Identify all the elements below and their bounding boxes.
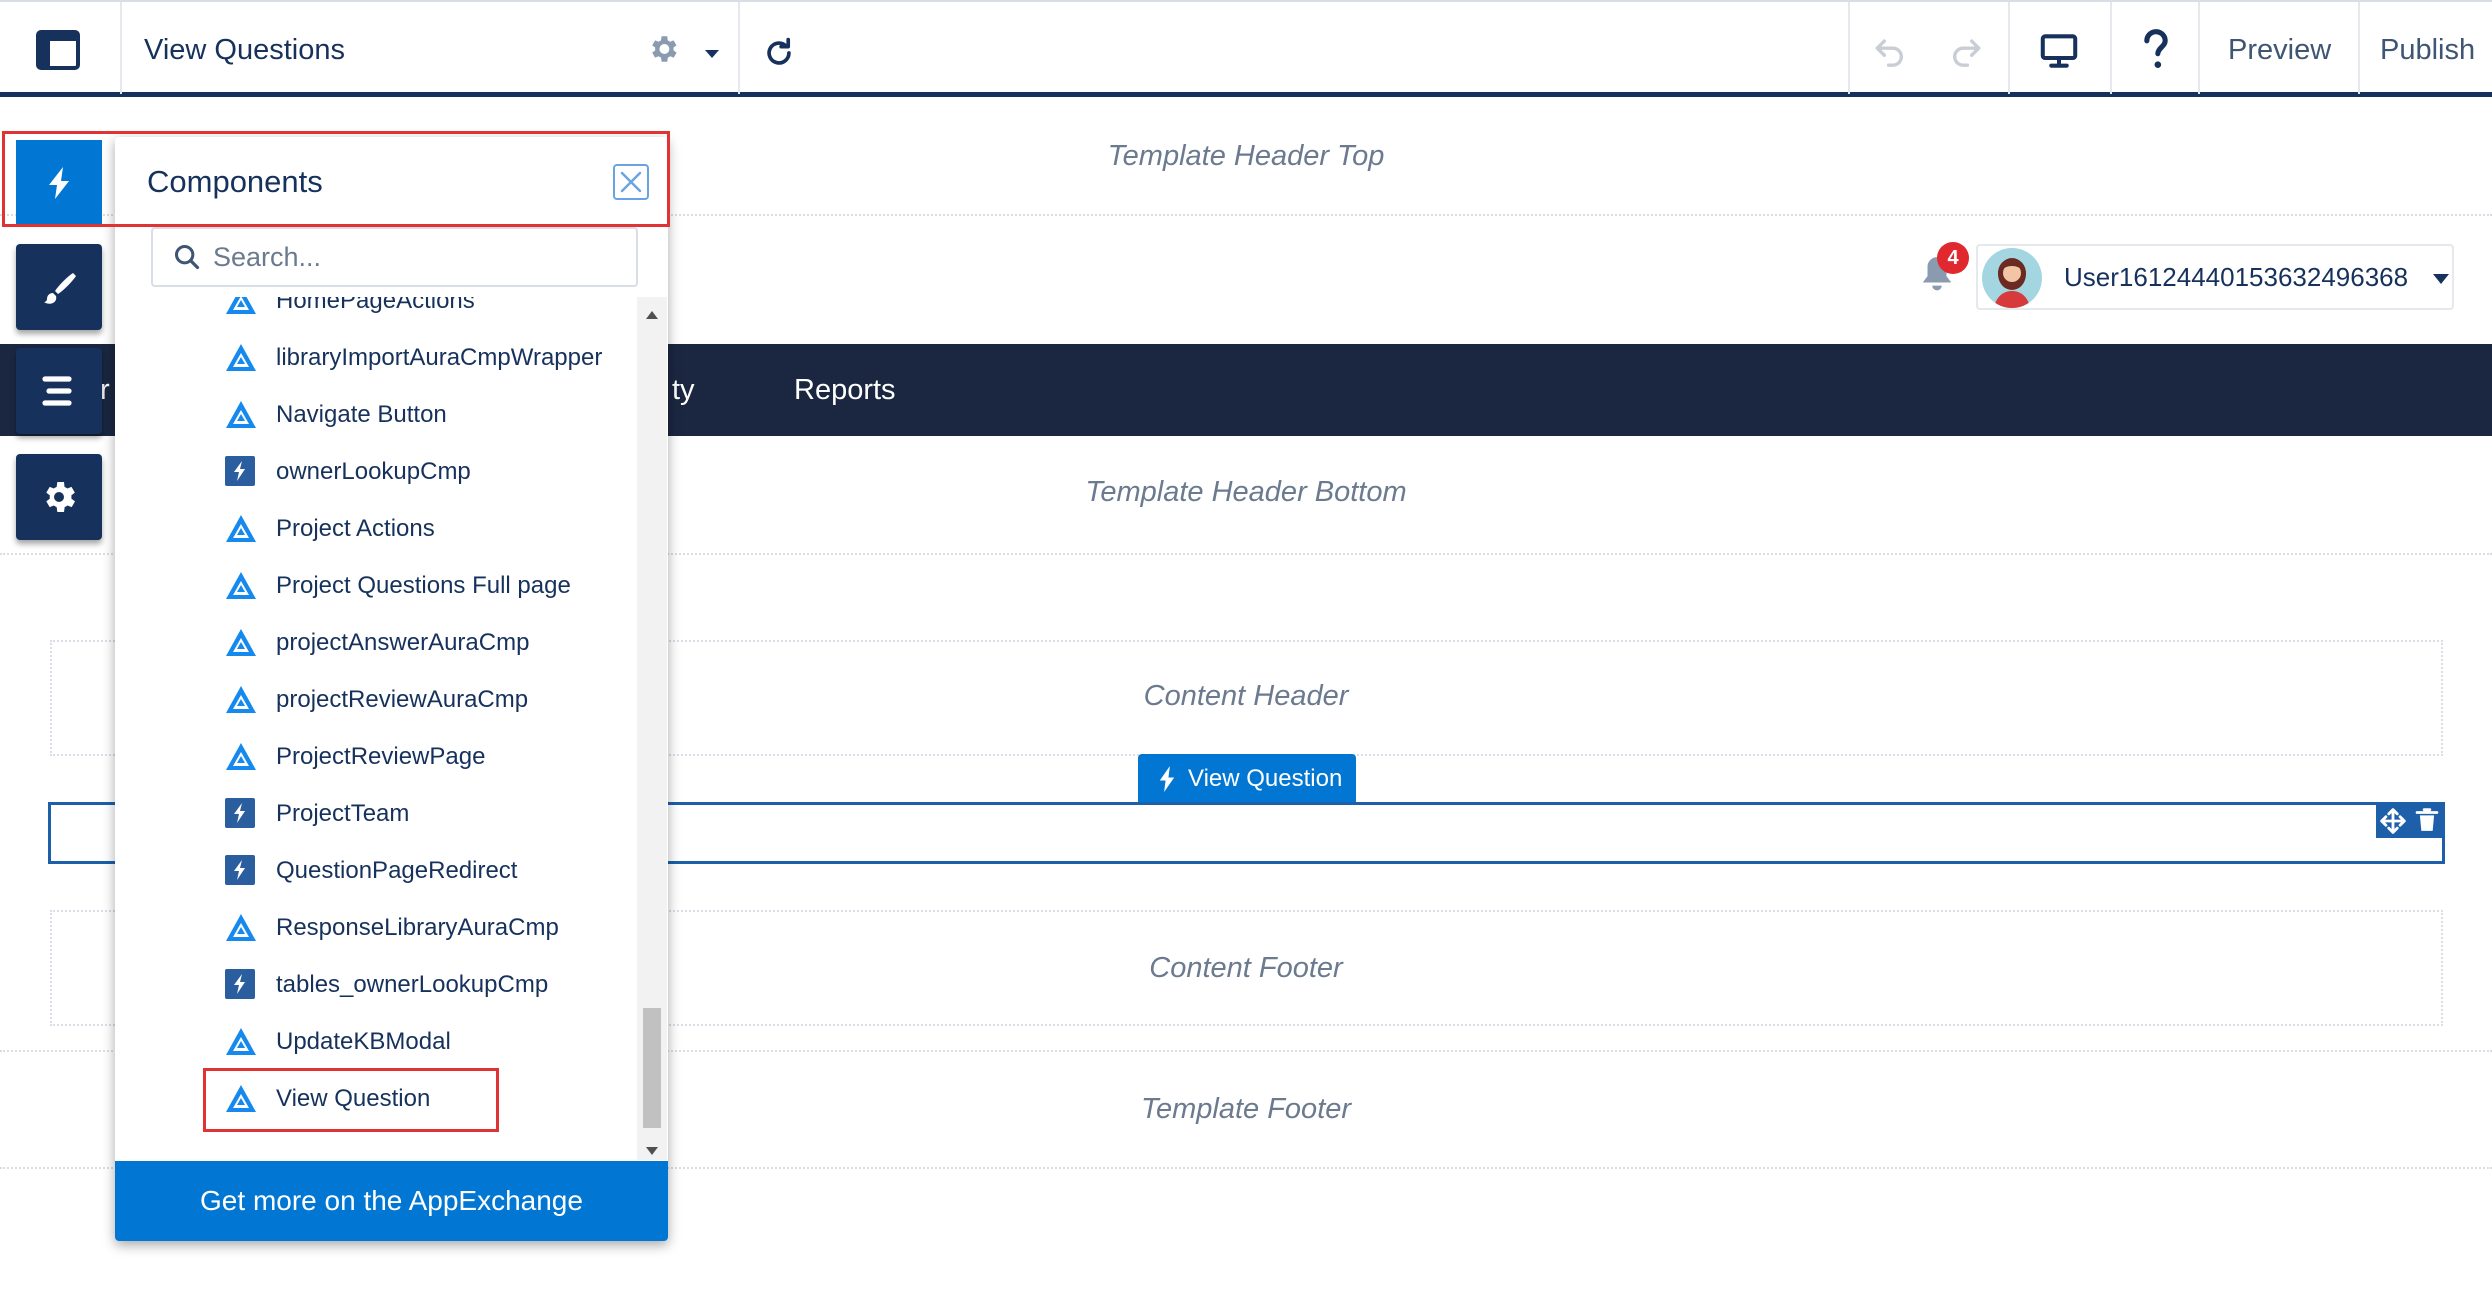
components-tab-button[interactable] [16, 140, 102, 226]
theme-tab-button[interactable] [16, 244, 102, 330]
scroll-down-arrow-icon[interactable] [645, 1143, 659, 1155]
component-search-box[interactable] [151, 227, 638, 287]
lightning-bolt-icon [49, 167, 69, 199]
avatar [1982, 248, 2042, 308]
components-panel: Components HomePageActions libraryImportA… [115, 137, 668, 1241]
page-menu-chevron-down-icon[interactable] [704, 46, 720, 58]
components-list: HomePageActions libraryImportAuraCmpWrapp… [115, 297, 635, 1157]
settings-tab-button[interactable] [16, 454, 102, 540]
scroll-up-arrow-icon[interactable] [645, 307, 659, 319]
notification-badge: 4 [1937, 242, 1969, 274]
search-input[interactable] [211, 235, 621, 279]
component-list-item[interactable]: projectReviewAuraCmp [115, 678, 635, 722]
page-structure-tab-button[interactable] [16, 348, 102, 434]
nav-item-reports[interactable]: Reports [794, 344, 896, 436]
component-list-item[interactable]: ResponseLibraryAuraCmp [115, 906, 635, 950]
lwc-component-icon [225, 1026, 257, 1063]
component-label: ResponseLibraryAuraCmp [276, 914, 559, 941]
scroll-thumb[interactable] [643, 1008, 661, 1128]
user-name: User16124440153632496368 [2064, 262, 2409, 292]
page-settings-gear-icon[interactable] [646, 32, 680, 66]
component-label: ProjectTeam [276, 800, 410, 827]
component-list-item[interactable]: projectAnswerAuraCmp [115, 621, 635, 665]
component-label: Project Actions [276, 515, 435, 542]
selected-component-name: View Question [1188, 765, 1343, 792]
component-label: tables_ownerLookupCmp [276, 971, 549, 998]
lwc-component-icon [225, 912, 257, 949]
lwc-component-icon [225, 297, 257, 322]
panel-title: Components [147, 164, 323, 199]
nav-item-partial[interactable]: ty [672, 344, 695, 436]
page-title[interactable]: View Questions [144, 2, 345, 94]
lwc-component-icon [225, 342, 257, 379]
lwc-component-icon [225, 684, 257, 721]
user-menu-chevron-down-icon[interactable] [2432, 272, 2450, 284]
move-component-icon[interactable] [2376, 804, 2410, 838]
component-list-item[interactable]: ProjectReviewPage [115, 735, 635, 779]
lwc-component-icon [225, 399, 257, 436]
component-label: libraryImportAuraCmpWrapper [276, 344, 603, 371]
aura-component-icon [225, 855, 255, 890]
view-question-highlight [203, 1068, 499, 1132]
lightning-bolt-icon [1158, 766, 1176, 792]
refresh-icon[interactable] [762, 36, 796, 70]
aura-component-icon [225, 456, 255, 491]
gear-icon [46, 482, 75, 512]
component-label: projectReviewAuraCmp [276, 686, 529, 713]
component-label: HomePageActions [276, 297, 475, 314]
component-label: ProjectReviewPage [276, 743, 486, 770]
publish-button[interactable]: Publish [2380, 2, 2475, 94]
component-label: projectAnswerAuraCmp [276, 629, 530, 656]
lwc-component-icon [225, 570, 257, 607]
component-list-item[interactable]: tables_ownerLookupCmp [115, 963, 635, 1007]
component-list-item[interactable]: ProjectTeam [115, 792, 635, 836]
component-list-item[interactable]: HomePageActions [115, 297, 635, 323]
help-icon[interactable] [2140, 28, 2172, 72]
component-label: Project Questions Full page [276, 572, 571, 599]
component-label: UpdateKBModal [276, 1028, 451, 1055]
undo-icon[interactable] [1872, 34, 1908, 68]
component-list-item[interactable]: ownerLookupCmp [115, 450, 635, 494]
component-list-item[interactable]: libraryImportAuraCmpWrapper [115, 336, 635, 380]
components-list-scrollbar[interactable] [637, 297, 667, 1160]
lwc-component-icon [225, 741, 257, 778]
aura-component-icon [225, 969, 255, 1004]
aura-component-icon [225, 798, 255, 833]
selected-component-tag[interactable]: View Question [1138, 754, 1356, 804]
preview-button[interactable]: Preview [2228, 2, 2331, 94]
component-label: Navigate Button [276, 401, 447, 428]
paintbrush-icon [44, 273, 76, 304]
lwc-component-icon [225, 627, 257, 664]
close-panel-icon[interactable] [613, 164, 649, 200]
component-list-item[interactable]: UpdateKBModal [115, 1020, 635, 1064]
component-list-item[interactable]: QuestionPageRedirect [115, 849, 635, 893]
component-list-item[interactable]: Navigate Button [115, 393, 635, 437]
builder-toolbar: View Questions Preview Publish [0, 0, 2492, 97]
layout-icon[interactable] [36, 30, 80, 70]
delete-component-icon[interactable] [2410, 804, 2444, 838]
component-list-item[interactable]: Project Actions [115, 507, 635, 551]
search-icon [173, 243, 201, 271]
structure-list-icon [42, 376, 72, 406]
appexchange-link[interactable]: Get more on the AppExchange [115, 1161, 668, 1241]
component-label: QuestionPageRedirect [276, 857, 518, 884]
redo-icon[interactable] [1948, 34, 1984, 68]
component-label: ownerLookupCmp [276, 458, 471, 485]
desktop-device-icon[interactable] [2040, 34, 2078, 68]
component-list-item[interactable]: Project Questions Full page [115, 564, 635, 608]
component-list-item[interactable]: View Question [115, 1068, 635, 1132]
user-profile-menu[interactable]: User16124440153632496368 [1976, 244, 2454, 310]
lwc-component-icon [225, 513, 257, 550]
